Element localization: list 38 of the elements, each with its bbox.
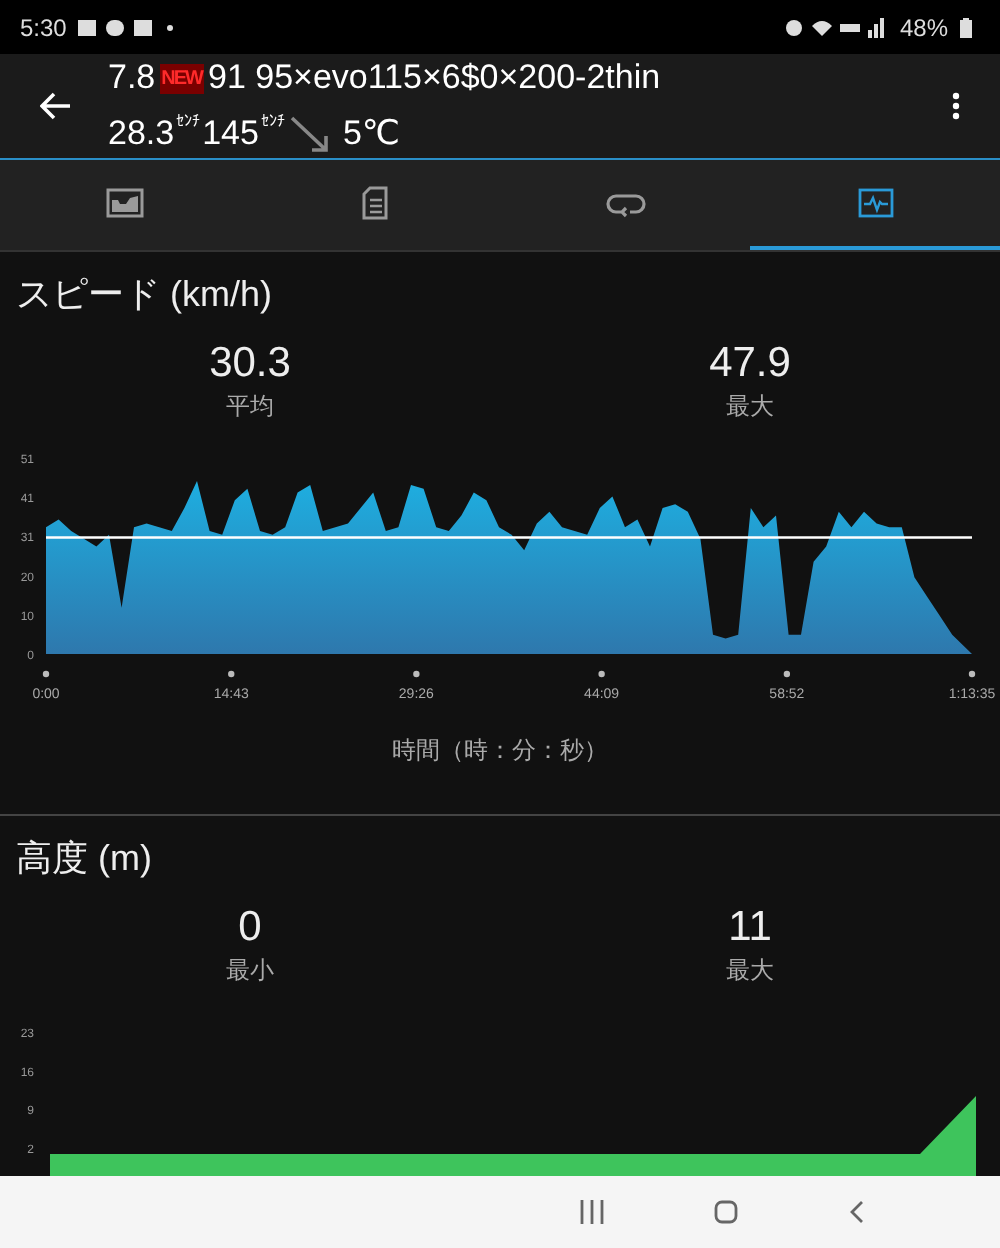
recent-apps-icon[interactable] bbox=[580, 1200, 604, 1224]
unit-text: ｾﾝﾁ bbox=[260, 114, 285, 130]
section-title: スピード (km/h) bbox=[14, 272, 274, 318]
new-badge: NEW bbox=[159, 63, 204, 93]
battery-percentage: 48% bbox=[899, 13, 948, 41]
chart-image-icon bbox=[106, 188, 144, 218]
stat-label: 平均 bbox=[226, 390, 274, 422]
title-text: 91 95×evo115×6$0×200-2thin bbox=[207, 58, 661, 98]
x-tick-dot bbox=[42, 670, 50, 678]
more-options-icon[interactable] bbox=[952, 92, 960, 120]
subtitle-text: 28.3 bbox=[108, 114, 175, 154]
axis-title: 時間（時：分：秒） bbox=[390, 734, 610, 768]
x-tick-dot bbox=[783, 670, 791, 678]
back-arrow-icon[interactable] bbox=[40, 92, 72, 120]
stat-value: 47.9 bbox=[709, 338, 791, 390]
stat-label: 最大 bbox=[726, 390, 774, 422]
loop-icon bbox=[605, 189, 645, 217]
stat-label: 最小 bbox=[226, 954, 274, 986]
battery-icon bbox=[960, 17, 972, 37]
subtitle-text: 5℃ bbox=[342, 114, 401, 154]
stat-value: 11 bbox=[728, 902, 772, 954]
status-time: 5:30 bbox=[20, 13, 67, 41]
x-tick-dot bbox=[228, 670, 235, 678]
signal-icons bbox=[783, 17, 888, 37]
title-text: 7.8 bbox=[108, 58, 156, 98]
unit-text: ｾﾝﾁ bbox=[176, 114, 201, 130]
x-tick-dot bbox=[598, 670, 605, 678]
pulse-graph-icon bbox=[857, 188, 893, 218]
subtitle-text: 145 bbox=[202, 114, 259, 154]
back-icon[interactable] bbox=[848, 1200, 864, 1224]
stat-label: 最大 bbox=[726, 954, 774, 986]
x-tick-dot bbox=[968, 670, 976, 678]
section-title: 高度 (m) bbox=[14, 836, 154, 882]
home-icon[interactable] bbox=[714, 1200, 738, 1224]
stat-value: 0 bbox=[238, 902, 262, 954]
document-icon bbox=[362, 186, 388, 220]
stat-value: 30.3 bbox=[209, 338, 291, 390]
x-tick-dot bbox=[413, 670, 420, 678]
